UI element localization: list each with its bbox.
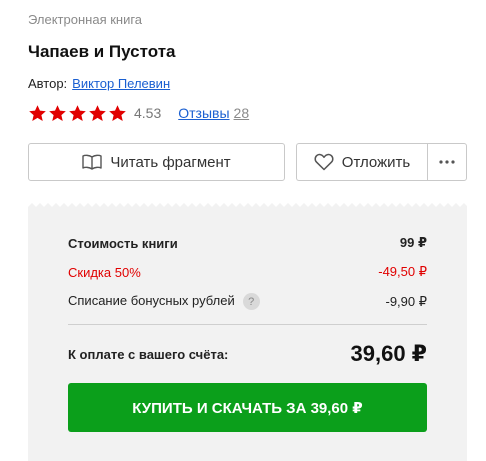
star-icon <box>49 104 66 121</box>
divider <box>68 324 427 325</box>
star-icon <box>69 104 86 121</box>
read-fragment-button[interactable]: Читать фрагмент <box>28 143 285 181</box>
discount-value: -49,50 ₽ <box>378 264 427 279</box>
total-label: К оплате с вашего счёта: <box>68 346 229 362</box>
rating-stars <box>28 104 127 123</box>
heart-icon <box>314 153 334 171</box>
book-icon <box>82 154 103 170</box>
bonus-value: -9,90 ₽ <box>385 293 427 309</box>
help-icon[interactable]: ? <box>242 293 260 311</box>
rating-row: 4.53 Отзывы 28 <box>28 102 249 124</box>
total-value: 39,60 ₽ <box>350 341 427 366</box>
discount-label: Скидка 50% <box>68 264 141 280</box>
discount-row: Скидка 50% -49,50 ₽ <box>68 264 427 280</box>
zigzag-edge <box>28 203 467 211</box>
book-title: Чапаев и Пустота <box>28 42 176 61</box>
buy-download-button[interactable]: КУПИТЬ И СКАЧАТЬ ЗА 39,60 ₽ <box>68 383 427 432</box>
reviews-link[interactable]: Отзывы <box>178 105 229 121</box>
author-line: Автор: Виктор Пелевин <box>28 76 170 91</box>
bonus-label: Списание бонусных рублей <box>68 293 235 308</box>
star-icon <box>29 104 46 121</box>
rating-value: 4.53 <box>134 105 162 121</box>
read-fragment-label: Читать фрагмент <box>110 153 231 171</box>
reviews-count[interactable]: 28 <box>234 105 250 121</box>
star-icon <box>89 104 106 121</box>
more-dots-icon <box>439 160 455 164</box>
bonus-label-wrap: Списание бонусных рублей? <box>68 293 260 311</box>
total-row: К оплате с вашего счёта: 39,60 ₽ <box>68 339 427 369</box>
cost-value: 99 ₽ <box>399 235 427 250</box>
book-category: Электронная книга <box>28 12 143 27</box>
cost-label: Стоимость книги <box>68 235 178 251</box>
star-icon <box>109 104 126 121</box>
postpone-label: Отложить <box>341 153 411 171</box>
cost-row: Стоимость книги 99 ₽ <box>68 235 427 251</box>
postpone-button[interactable]: Отложить <box>296 143 427 181</box>
price-summary: Стоимость книги 99 ₽ Скидка 50% -49,50 ₽… <box>28 203 467 461</box>
bonus-row: Списание бонусных рублей? -9,90 ₽ <box>68 293 427 311</box>
more-button[interactable] <box>427 143 467 181</box>
author-label: Автор: <box>28 76 68 91</box>
author-link[interactable]: Виктор Пелевин <box>72 76 170 91</box>
